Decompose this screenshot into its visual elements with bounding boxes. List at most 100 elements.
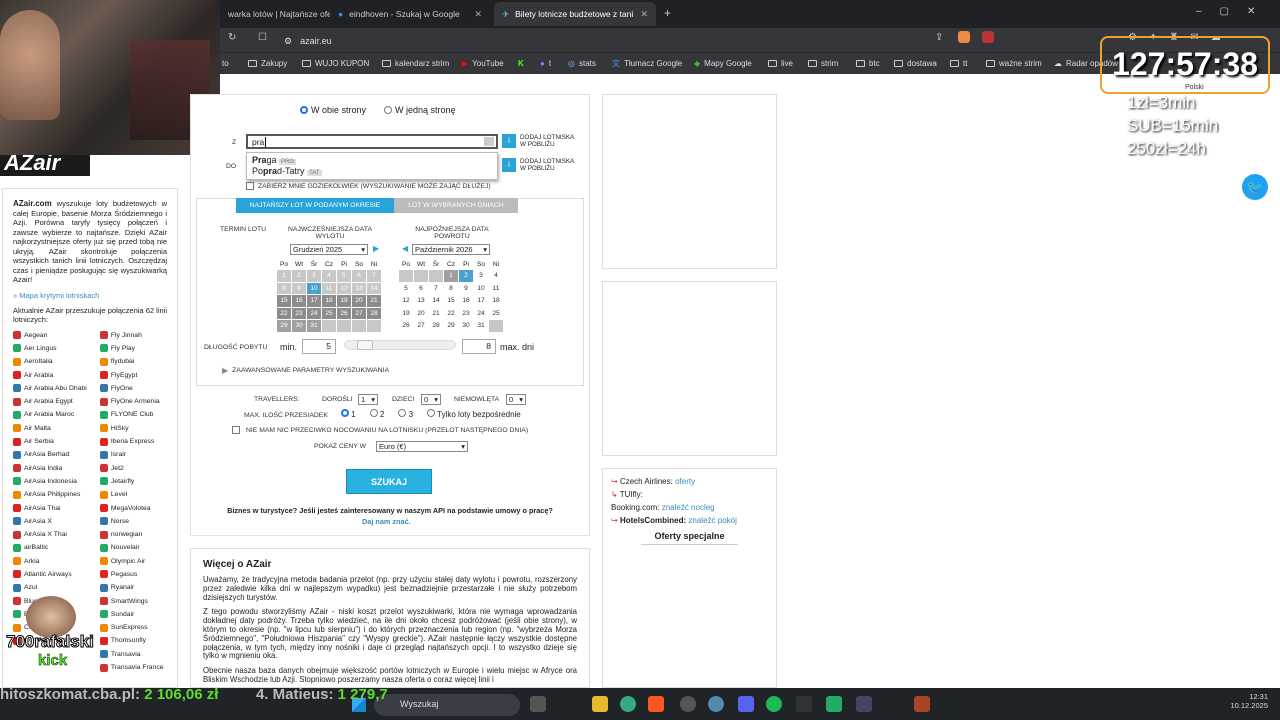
discord-icon[interactable] bbox=[738, 696, 754, 712]
direct-only-radio[interactable]: Tylko loty bezpośrednie bbox=[427, 409, 521, 419]
calendar-day[interactable]: 10 bbox=[307, 282, 321, 294]
changes-1-radio[interactable]: 1 bbox=[341, 409, 356, 419]
calendar-day[interactable]: 13 bbox=[352, 282, 366, 294]
brave-icon[interactable] bbox=[648, 696, 664, 712]
bookmark-dostawa[interactable]: dostawa bbox=[894, 54, 937, 72]
anywhere-checkbox[interactable]: ZABIERZ MNIE GDZIEKOLWIEK (WYSZUKIWANIE … bbox=[246, 182, 491, 190]
bookmark-icon[interactable]: ☐ bbox=[258, 32, 267, 43]
calendar-day[interactable]: 9 bbox=[292, 282, 306, 294]
map-picker-icon[interactable] bbox=[484, 137, 494, 146]
calendar-day[interactable]: 24 bbox=[307, 307, 321, 319]
explorer-icon[interactable] bbox=[592, 696, 608, 712]
bookmark-btc[interactable]: btc bbox=[856, 54, 880, 72]
overnight-checkbox[interactable]: NIE MAM NIC PRZECIWKO NOCOWANIU NA LOTNI… bbox=[232, 426, 528, 434]
app-icon[interactable] bbox=[884, 696, 900, 712]
suggestion-praga[interactable]: Praga PRG bbox=[247, 153, 497, 166]
app-icon[interactable] bbox=[856, 696, 872, 712]
app-icon[interactable] bbox=[914, 696, 930, 712]
calendar-day[interactable]: 1 bbox=[277, 270, 291, 282]
calendar-day[interactable]: 16 bbox=[292, 295, 306, 307]
tab-azair-old[interactable]: warka lotów | Najtańsze ofer✕ bbox=[220, 2, 330, 26]
advanced-params-toggle[interactable]: ▶ ZAAWANSOWANE PARAMETRY WYSZUKIWANIA bbox=[222, 366, 389, 375]
rewards-icon[interactable] bbox=[982, 31, 994, 43]
changes-3-radio[interactable]: 3 bbox=[398, 409, 413, 419]
calendar-day[interactable]: 30 bbox=[459, 320, 473, 332]
suggestion-poprad[interactable]: Poprad-Tatry TAT bbox=[247, 166, 497, 179]
calendar-day[interactable]: 29 bbox=[444, 320, 458, 332]
bookmark-youtube[interactable]: ▶ YouTube bbox=[462, 54, 504, 72]
calendar-day[interactable]: 20 bbox=[414, 308, 428, 320]
calendar-day[interactable]: 3 bbox=[307, 270, 321, 282]
calendar-day[interactable]: 19 bbox=[337, 295, 351, 307]
calendar-day[interactable]: 5 bbox=[399, 283, 413, 295]
month1-select[interactable]: Grudzień 2025 ▾ bbox=[290, 244, 368, 255]
add-nearby-to[interactable]: i DODAJ LOTNISKA W POBLIŻU bbox=[502, 158, 576, 172]
max-days-input[interactable]: 8 bbox=[462, 339, 496, 354]
from-input[interactable]: pra bbox=[246, 134, 498, 149]
bookmark-t[interactable]: ● t bbox=[540, 54, 551, 72]
app-icon[interactable] bbox=[796, 696, 812, 712]
tab-azair-active[interactable]: ✈ Bilety lotnicze budżetowe z tani ✕ bbox=[494, 2, 656, 26]
bookmark-wazne[interactable]: ważne strim bbox=[986, 54, 1042, 72]
calendar-day[interactable]: 29 bbox=[277, 320, 291, 332]
site-info-icon[interactable]: ⚙ bbox=[284, 36, 292, 47]
calendar-day[interactable]: 2 bbox=[292, 270, 306, 282]
children-select[interactable]: 0 ▾ bbox=[421, 394, 441, 405]
calendar-day[interactable]: 14 bbox=[367, 282, 381, 294]
round-trip-radio[interactable]: W obie strony bbox=[300, 105, 366, 115]
calendar-day[interactable]: 21 bbox=[367, 295, 381, 307]
chrome-icon[interactable] bbox=[620, 696, 636, 712]
prev-month-arrow-icon[interactable]: ◀ bbox=[402, 244, 408, 253]
calendar-day[interactable]: 12 bbox=[337, 282, 351, 294]
slider-handle[interactable] bbox=[357, 340, 373, 350]
calendar-day[interactable]: 18 bbox=[322, 295, 336, 307]
bookmark-live[interactable]: live bbox=[768, 54, 793, 72]
calendar-day[interactable]: 20 bbox=[352, 295, 366, 307]
calendar-day[interactable]: 7 bbox=[367, 270, 381, 282]
calendar-day[interactable]: 21 bbox=[429, 308, 443, 320]
calendar-day[interactable]: 3 bbox=[474, 270, 488, 282]
calendar-day[interactable]: 31 bbox=[474, 320, 488, 332]
calendar-day[interactable]: 1 bbox=[444, 270, 458, 282]
calendar-day[interactable]: 26 bbox=[337, 307, 351, 319]
calendar-day[interactable]: 5 bbox=[337, 270, 351, 282]
window-controls[interactable]: –▢✕ bbox=[1196, 6, 1273, 17]
calendar-day[interactable]: 22 bbox=[444, 308, 458, 320]
obs-icon[interactable] bbox=[680, 696, 696, 712]
task-view-icon[interactable] bbox=[530, 696, 546, 712]
tab-google[interactable]: ● eindhoven - Szukaj w Google ✕ bbox=[330, 2, 490, 26]
tuifly-link[interactable]: ↳ TUIfly: bbox=[611, 490, 768, 499]
calendar-day[interactable]: 10 bbox=[474, 283, 488, 295]
search-button[interactable]: SZUKAJ bbox=[346, 469, 432, 494]
calendar-day[interactable]: 4 bbox=[322, 270, 336, 282]
reload-icon[interactable]: ↻ bbox=[228, 32, 236, 43]
tab-selected-days[interactable]: LOT W WYBRANYCH DNIACH bbox=[394, 198, 518, 213]
calendar-day[interactable]: 18 bbox=[489, 295, 503, 307]
spotify-icon[interactable] bbox=[766, 696, 782, 712]
url-field[interactable]: ⚙ azair.eu bbox=[278, 33, 918, 49]
changes-2-radio[interactable]: 2 bbox=[369, 409, 384, 419]
calendar-day[interactable]: 28 bbox=[429, 320, 443, 332]
calendar-return[interactable]: Po Wt Śr Cz Pi So Ni 1 2 3 4 5 6 7 8 9 10 11 12 13 14 15 16 17 1… bbox=[398, 258, 504, 333]
calendar-day[interactable]: 4 bbox=[489, 270, 503, 282]
one-way-radio[interactable]: W jedną stronę bbox=[384, 105, 456, 115]
calendar-day[interactable]: 28 bbox=[367, 307, 381, 319]
calendar-day[interactable]: 12 bbox=[399, 295, 413, 307]
calendar-day[interactable]: 8 bbox=[277, 282, 291, 294]
calendar-day[interactable]: 23 bbox=[292, 307, 306, 319]
calendar-day[interactable]: 8 bbox=[444, 283, 458, 295]
close-icon[interactable]: ✕ bbox=[640, 9, 648, 20]
czech-airlines-link[interactable]: ↪ Czech Airlines: oferty bbox=[611, 477, 768, 486]
calendar-day[interactable]: 27 bbox=[352, 307, 366, 319]
bookmark-stats[interactable]: ◎ stats bbox=[568, 54, 596, 72]
bookmark-zakupy[interactable]: Zakupy bbox=[248, 54, 287, 72]
calendar-day[interactable]: 19 bbox=[399, 308, 413, 320]
bookmark-kick[interactable]: K bbox=[518, 54, 524, 72]
bookmark-tt[interactable]: tt bbox=[950, 54, 967, 72]
calendar-day[interactable]: 25 bbox=[322, 307, 336, 319]
app-icon[interactable] bbox=[826, 696, 842, 712]
app-icon[interactable] bbox=[708, 696, 724, 712]
calendar-day[interactable]: 22 bbox=[277, 307, 291, 319]
contact-link[interactable]: Daj nam znać. bbox=[362, 517, 411, 526]
hotelscombined-link[interactable]: ↪ HotelsCombined: znaleźć pokój bbox=[611, 516, 768, 525]
